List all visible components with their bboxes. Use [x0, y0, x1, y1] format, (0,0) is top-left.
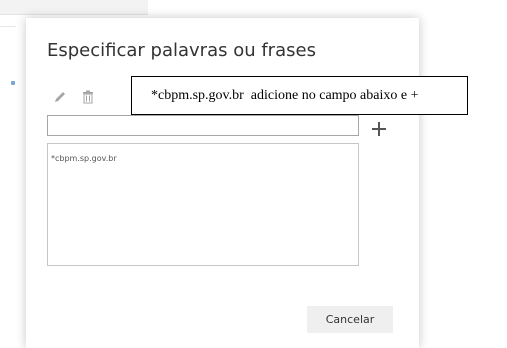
pencil-icon[interactable] [53, 90, 67, 104]
background-area [421, 0, 507, 342]
cancel-button[interactable]: Cancelar [307, 306, 393, 333]
plus-icon[interactable] [371, 121, 387, 137]
word-list[interactable]: *cbpm.sp.gov.br [47, 143, 359, 266]
background-divider [0, 26, 16, 27]
dialog-title: Especificar palavras ou frases [47, 40, 316, 61]
instruction-callout: *cbpm.sp.gov.br adicione no campo abaixo… [131, 76, 468, 115]
trash-icon[interactable] [81, 90, 95, 104]
list-item[interactable]: *cbpm.sp.gov.br [51, 154, 117, 163]
background-panel [0, 0, 148, 15]
background-marker [11, 81, 15, 85]
specify-words-dialog: Especificar palavras ou frases *cbpm.sp.… [26, 18, 419, 348]
word-entry-input[interactable] [47, 115, 359, 136]
